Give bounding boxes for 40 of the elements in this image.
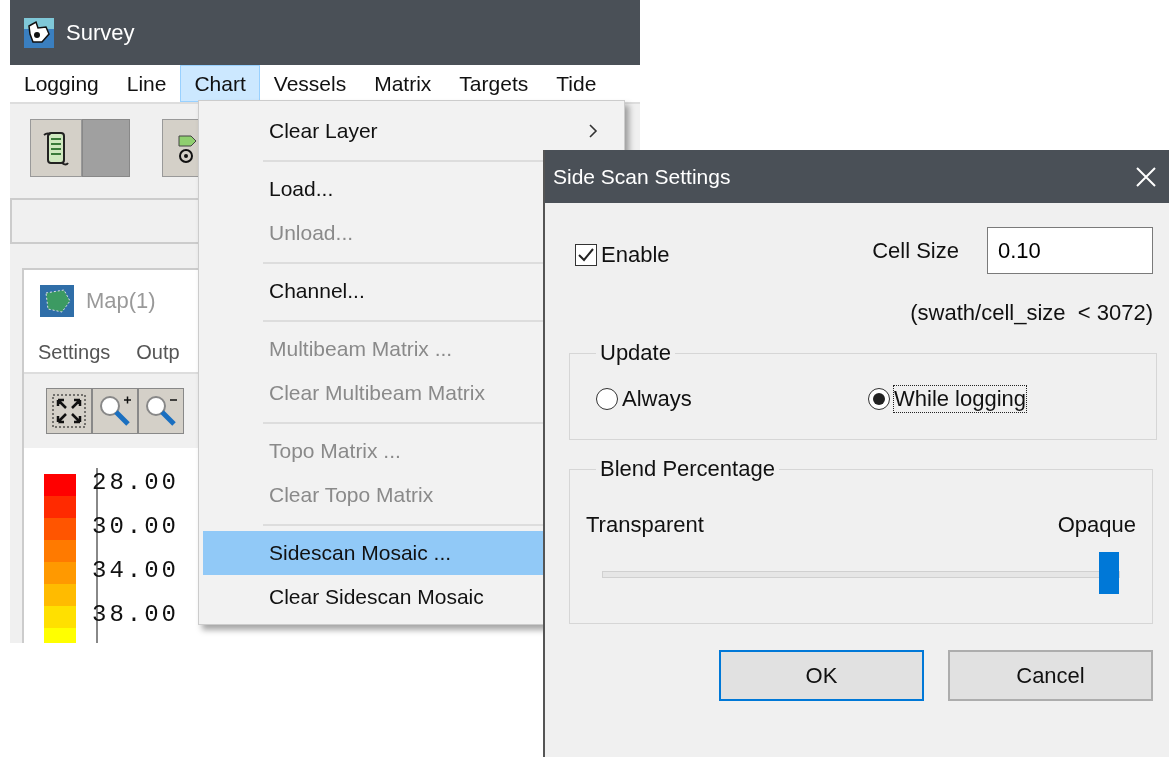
chevron-right-icon	[588, 123, 598, 139]
close-icon[interactable]	[1135, 165, 1157, 188]
enable-checkbox[interactable]	[575, 243, 597, 266]
radio-label: Always	[622, 386, 692, 412]
dialog-button[interactable]: Cancel	[948, 650, 1153, 701]
map-menu-item[interactable]: Settings	[38, 340, 111, 364]
legend-label: 30.00	[92, 512, 179, 542]
radio-button[interactable]	[868, 388, 890, 410]
menu-bar-item[interactable]: Logging	[10, 65, 113, 102]
menu-bar-item[interactable]: Line	[112, 65, 181, 102]
zoom-out-icon[interactable]	[138, 388, 184, 434]
legend-label: 34.00	[92, 556, 179, 586]
cell-size-field[interactable]: 0.10	[987, 227, 1153, 274]
map-menu-item[interactable]: Outp	[136, 340, 180, 364]
zoom-in-icon[interactable]	[92, 388, 138, 434]
scroll-icon[interactable]	[30, 119, 82, 177]
hint-text: (swath/cell_size < 3072)	[910, 300, 1153, 326]
field-label: Cell Size	[872, 237, 959, 264]
menu-bar-item[interactable]: Tide	[542, 65, 611, 102]
menu-item[interactable]: Clear Layer	[203, 109, 624, 153]
menu-bar-item[interactable]: Chart	[180, 65, 260, 102]
menu-bar-item[interactable]: Matrix	[360, 65, 446, 102]
slider-thumb[interactable]	[1098, 552, 1119, 594]
group-label: Blend Percentage	[599, 456, 776, 482]
menu-bar-item[interactable]: Targets	[445, 65, 543, 102]
app-logo-icon	[24, 17, 54, 48]
checkbox-label: Enable	[601, 241, 670, 268]
menu-bar-item[interactable]: Vessels	[259, 65, 361, 102]
fit-extent-icon[interactable]	[46, 388, 92, 434]
slider-max-label: Opaque	[1057, 512, 1136, 538]
legend-label: 28.00	[92, 468, 179, 498]
radio-button[interactable]	[596, 388, 618, 410]
group-label: Update	[599, 340, 672, 366]
map-icon	[40, 285, 74, 317]
window-title: Survey	[66, 19, 135, 46]
legend-label: 38.00	[92, 600, 179, 630]
map-window-title: Map(1)	[86, 288, 156, 314]
dialog-button[interactable]: OK	[719, 650, 924, 701]
dialog-title: Side Scan Settings	[553, 164, 731, 189]
radio-label: While logging	[894, 386, 1027, 412]
